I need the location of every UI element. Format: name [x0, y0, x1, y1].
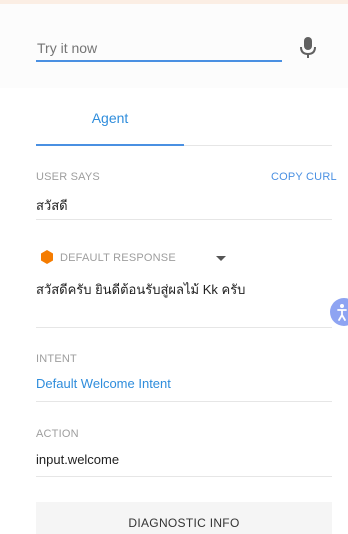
try-it-input[interactable] [36, 36, 282, 62]
action-value: input.welcome [36, 452, 120, 467]
copy-curl-link[interactable]: COPY CURL [271, 171, 337, 183]
diagnostic-info-label: DIAGNOSTIC INFO [128, 515, 240, 530]
user-says-divider [36, 219, 332, 220]
action-divider [36, 476, 332, 477]
accessibility-icon[interactable] [330, 298, 348, 326]
tab-agent-label: Agent [91, 110, 129, 126]
default-response-divider [36, 327, 332, 328]
tab-divider [184, 145, 332, 146]
default-response-value: สวัสดีครับ ยินดีต้อนรับสู่ผลไม้ Kk ครับ [36, 282, 246, 297]
intent-label: INTENT [36, 353, 77, 365]
user-says-label: USER SAYS [36, 171, 100, 183]
tab-agent[interactable]: Agent [36, 110, 184, 146]
intent-value-link[interactable]: Default Welcome Intent [36, 376, 171, 391]
tab-agent-underline [36, 144, 184, 146]
diagnostic-info-button[interactable]: DIAGNOSTIC INFO [36, 502, 332, 534]
intent-divider [36, 401, 332, 402]
user-says-value: สวัสดี [36, 198, 68, 213]
action-label: ACTION [36, 428, 79, 440]
caret-down-icon[interactable] [216, 256, 226, 261]
default-response-label: DEFAULT RESPONSE [60, 252, 176, 264]
microphone-icon[interactable] [299, 36, 317, 60]
response-panel [0, 88, 348, 534]
hexagon-icon [40, 250, 54, 264]
